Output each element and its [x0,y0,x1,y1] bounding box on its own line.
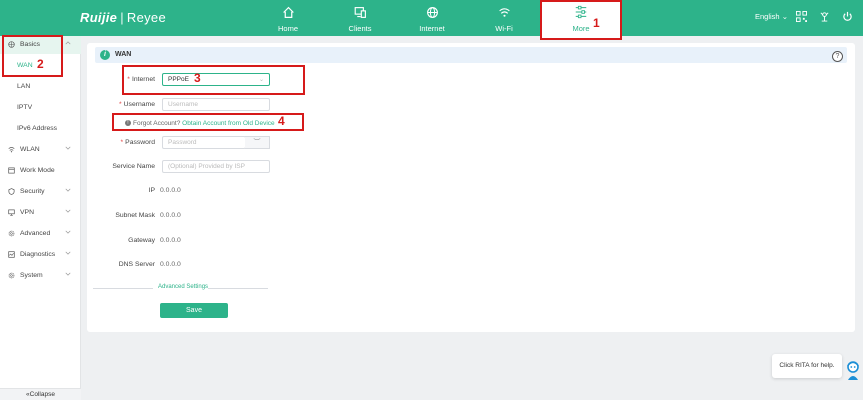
annotation-box-4 [112,113,304,131]
dns-server-value: 0.0.0.0 [160,261,181,268]
wifi-icon [474,6,534,21]
divider [208,288,268,289]
gateway-label: Gateway [128,237,155,244]
chevron-up-icon [65,40,71,46]
chevron-down-icon [65,187,71,193]
ip-value: 0.0.0.0 [160,187,181,194]
monitor-icon [8,209,15,216]
sidebar-item-lan[interactable]: LAN [0,78,81,96]
language-select[interactable]: English ⌄ [755,12,788,21]
advanced-settings-link[interactable]: Advanced Settings [158,284,208,290]
password-input[interactable]: Password [162,136,246,149]
username-label: * Username [118,101,155,108]
annotation-box-1 [540,0,622,40]
eye-icon[interactable]: ︶ [245,136,270,149]
nav-clients[interactable]: Clients [330,4,390,34]
annotation-number-1: 1 [593,16,600,30]
chevron-down-icon [65,208,71,214]
chevron-down-icon [65,271,71,277]
annotation-box-2 [2,35,63,77]
annotation-number-4: 4 [278,114,285,128]
rita-help-bubble[interactable]: Click RITA for help. [772,354,842,378]
sidebar-item-work-mode[interactable]: Work Mode [0,162,81,180]
sidebar-item-security[interactable]: Security [0,183,81,201]
nav-wifi[interactable]: Wi-Fi [474,4,534,34]
wifi-icon [8,146,15,153]
sidebar-item-ipv6-address[interactable]: IPv6 Address [0,120,81,138]
gateway-value: 0.0.0.0 [160,237,181,244]
service-name-label: Service Name [112,163,155,170]
subnet-mask-label: Subnet Mask [115,212,155,219]
satellite-icon[interactable] [819,11,830,22]
sidebar-item-wlan[interactable]: WLAN [0,141,81,159]
section-title: WAN [115,51,132,58]
globe-icon [402,6,462,21]
shield-icon [8,188,15,195]
chevron-down-icon [65,250,71,256]
chevron-down-icon [65,145,71,151]
annotation-number-2: 2 [37,57,44,71]
top-bar: Ruijie | Reyee Home Clients Internet Wi-Fi… [0,0,863,38]
dns-server-label: DNS Server [118,261,155,268]
service-name-input[interactable]: (Optional) Provided by ISP [162,160,270,173]
divider [93,288,153,289]
username-input[interactable]: Username [162,98,270,111]
home-icon [258,6,318,21]
clients-icon [330,6,390,21]
workmode-icon [8,167,15,174]
info-icon: i [100,50,110,60]
annotation-box-3 [122,65,305,95]
nav-home[interactable]: Home [258,4,318,34]
rita-avatar-icon[interactable] [845,360,861,382]
help-icon[interactable]: ? [832,51,843,62]
sidebar-item-diagnostics[interactable]: Diagnostics [0,246,81,264]
subnet-mask-value: 0.0.0.0 [160,212,181,219]
sidebar-item-iptv[interactable]: IPTV [0,99,81,117]
sidebar-item-system[interactable]: System [0,267,81,285]
power-icon[interactable] [842,11,853,22]
section-header: i WAN [95,47,847,63]
chevron-down-icon [65,229,71,235]
collapse-button[interactable]: «Collapse [0,388,81,400]
sidebar-item-vpn[interactable]: VPN [0,204,81,222]
nav-internet[interactable]: Internet [402,4,462,34]
gear-icon [8,272,15,279]
ip-label: IP [148,187,155,194]
password-label: * Password [120,139,156,146]
diagnostics-icon [8,251,15,258]
qr-code-icon[interactable] [796,11,807,22]
sidebar-item-advanced[interactable]: Advanced [0,225,81,243]
brand-logo: Ruijie | Reyee [80,10,166,25]
gear-icon [8,230,15,237]
save-button[interactable]: Save [160,303,228,318]
annotation-number-3: 3 [194,71,201,85]
sidebar: Basics WAN LAN IPTV IPv6 Address WLAN Wo… [0,36,81,400]
